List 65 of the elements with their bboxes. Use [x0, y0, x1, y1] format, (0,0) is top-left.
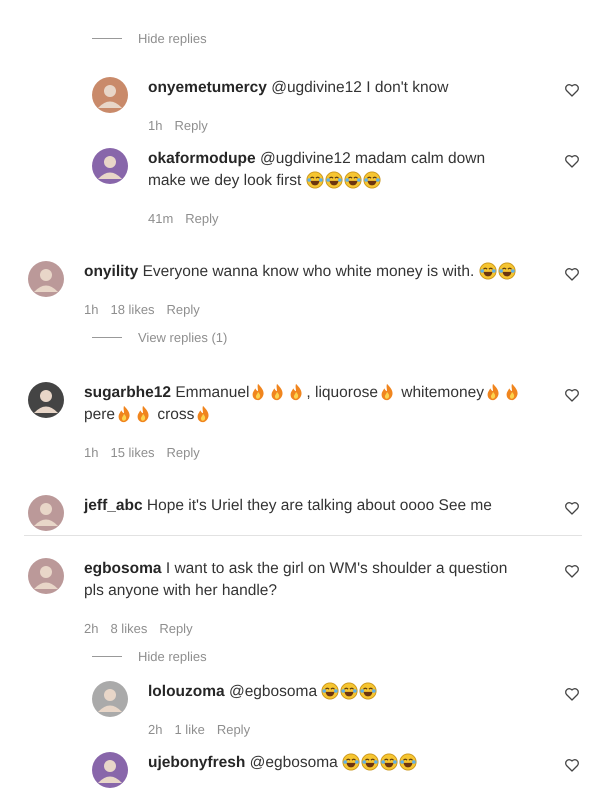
comment-text: Hope it's Uriel they are talking about oooo See me	[146, 497, 492, 514]
comment-text: , liquorose	[306, 384, 378, 401]
replies-toggle-link[interactable]: Hide replies	[138, 648, 207, 664]
reply-link[interactable]: Reply	[216, 722, 250, 738]
laughing-face-icon	[321, 682, 340, 700]
laughing-face-icon	[340, 682, 358, 700]
username[interactable]: onyemetumercy	[148, 79, 267, 96]
heart-icon[interactable]	[564, 686, 580, 702]
heart-icon[interactable]	[564, 500, 580, 516]
reply-link[interactable]: Reply	[174, 118, 208, 134]
username[interactable]: sugarbhe12	[84, 384, 172, 401]
reply-link[interactable]: Reply	[166, 445, 200, 461]
heart-icon[interactable]	[564, 82, 580, 98]
comment-text: @ugdivine12 I don't know	[271, 79, 448, 96]
username[interactable]: egbosoma	[84, 560, 162, 577]
heart-icon[interactable]	[564, 757, 580, 773]
likes-count[interactable]: 1 like	[174, 722, 205, 738]
comment-text: @ugdivine12 madam calm down	[260, 150, 486, 167]
comment-text: pls anyone with her handle?	[84, 582, 278, 599]
comment-text: whitemoney	[400, 384, 484, 401]
likes-count[interactable]: 8 likes	[110, 621, 148, 637]
username[interactable]: jeff_abc	[84, 497, 143, 514]
reply-link[interactable]: Reply	[159, 621, 193, 637]
heart-icon[interactable]	[564, 387, 580, 403]
time-label: 1h	[84, 445, 98, 461]
heart-icon[interactable]	[564, 266, 580, 282]
username[interactable]: okaformodupe	[148, 150, 256, 167]
time-label: 1h	[84, 302, 98, 318]
comment-text: pere	[84, 406, 116, 423]
time-label: 2h	[84, 621, 98, 637]
likes-count[interactable]: 15 likes	[110, 445, 155, 461]
comment-text: @egbosoma	[250, 754, 339, 771]
laughing-face-icon	[306, 171, 324, 189]
comment-text: Everyone wanna know who white money is with.	[142, 263, 476, 280]
laughing-face-icon	[380, 753, 398, 771]
comment-text: cross	[156, 406, 194, 423]
laughing-face-icon	[361, 753, 380, 771]
comment-text: I want to ask the girl on WM's shoulder a question	[166, 560, 508, 577]
laughing-face-icon	[324, 171, 343, 189]
reply-link[interactable]: Reply	[185, 211, 219, 227]
laughing-face-icon	[399, 753, 418, 771]
laughing-face-icon	[344, 171, 362, 189]
likes-count[interactable]: 18 likes	[110, 302, 155, 318]
avatar[interactable]	[92, 148, 128, 184]
laughing-face-icon	[359, 682, 378, 700]
time-label: 2h	[148, 722, 162, 738]
username[interactable]: lolouzoma	[148, 683, 225, 700]
comment-text: Emmanuel	[175, 384, 250, 401]
username[interactable]: ujebonyfresh	[148, 754, 246, 771]
username[interactable]: onyility	[84, 263, 138, 280]
laughing-face-icon	[362, 171, 381, 189]
avatar[interactable]	[92, 752, 128, 788]
time-label: 1h	[148, 118, 162, 134]
laughing-face-icon	[478, 262, 497, 280]
replies-toggle-link[interactable]: View replies (1)	[138, 330, 228, 344]
replies-toggle-link[interactable]: Hide replies	[138, 30, 207, 46]
comment-text: make we dey look first	[148, 172, 302, 189]
reply-link[interactable]: Reply	[166, 302, 200, 318]
heart-icon[interactable]	[564, 563, 580, 579]
laughing-face-icon	[342, 753, 360, 771]
laughing-face-icon	[498, 262, 516, 280]
avatar[interactable]	[28, 382, 64, 418]
heart-icon[interactable]	[564, 153, 580, 169]
time-label: 41m	[148, 211, 174, 227]
comment-text: @egbosoma	[228, 683, 318, 700]
